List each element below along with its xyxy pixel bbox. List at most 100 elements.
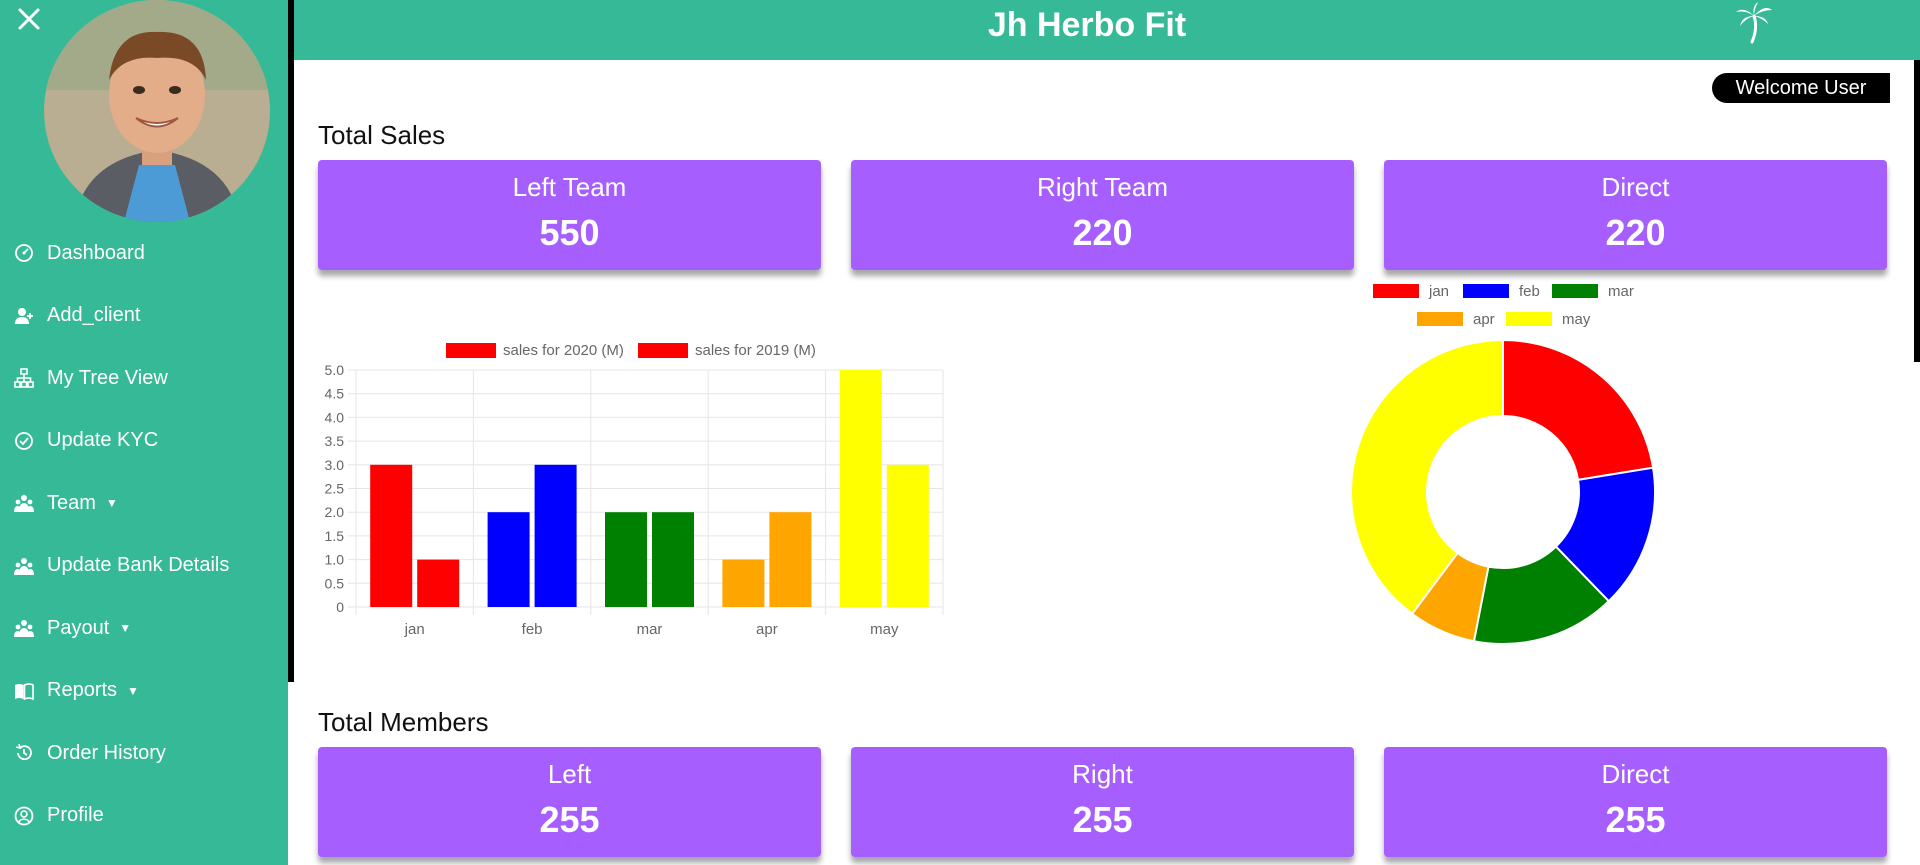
sidebar-item-label: Order History: [47, 741, 166, 764]
y-tick-label: 2.5: [325, 481, 345, 497]
x-tick-label: may: [870, 621, 899, 638]
legend-swatch: [1417, 312, 1463, 326]
sidebar-item-my-tree-view[interactable]: My Tree View: [0, 347, 288, 410]
sidebar-item-update-bank-details[interactable]: Update Bank Details: [0, 535, 288, 598]
y-tick-label: 4.0: [325, 409, 345, 425]
app-title: Jh Herbo Fit: [987, 6, 1187, 44]
check-circle-icon: [13, 430, 35, 452]
total-sales-title: Total Sales: [318, 120, 446, 150]
bar: [605, 512, 647, 607]
bar: [886, 464, 929, 607]
sidebar-item-label: Reports: [47, 679, 118, 702]
card-value: 220: [1072, 212, 1133, 253]
sidebar-item-label: Dashboard: [47, 241, 145, 264]
legend-label: sales for 2020 (M): [503, 342, 624, 359]
history-icon: [13, 742, 35, 764]
sidebar-divider: [288, 0, 294, 682]
card-label: Right: [1072, 759, 1133, 789]
card-label: Right Team: [1036, 172, 1169, 202]
x-tick-label: apr: [756, 621, 778, 638]
card-label: Left: [547, 759, 592, 789]
avatar: [44, 0, 270, 222]
bar-chart-svg: sales for 2020 (M) sales for 2019 (M) 0 0.5…: [325, 342, 944, 638]
sales-card-direct: Direct 220: [1384, 160, 1887, 270]
users-icon: [13, 555, 35, 577]
sidebar-nav: Dashboard Add_client My Tree View Update KY…: [0, 222, 288, 847]
users-icon: [13, 617, 35, 639]
y-tick-label: 0: [336, 599, 344, 615]
card-value: 220: [1605, 212, 1666, 253]
sidebar: Dashboard Add_client My Tree View Update KY…: [0, 0, 288, 865]
sidebar-item-label: Update Bank Details: [47, 554, 230, 577]
x-tick-label: mar: [637, 621, 663, 638]
legend-swatch: [638, 343, 688, 358]
card-label: Direct: [1601, 172, 1670, 202]
legend-swatch: [1373, 284, 1419, 298]
sidebar-item-reports[interactable]: Reports ▼: [0, 660, 288, 723]
sales-card-right-team: Right Team 220: [851, 160, 1354, 270]
legend-swatch: [1506, 312, 1552, 326]
sidebar-item-label: Update KYC: [47, 429, 159, 452]
members-card-left: Left 255: [318, 747, 821, 857]
sidebar-item-team[interactable]: Team ▼: [0, 472, 288, 535]
user-circle-icon: [13, 805, 35, 827]
card-value: 255: [539, 799, 600, 840]
y-tick-label: 1.0: [325, 552, 345, 568]
caret-down-icon: ▼: [119, 621, 132, 636]
bar: [652, 512, 694, 607]
sidebar-item-payout[interactable]: Payout ▼: [0, 597, 288, 660]
tree-icon: [13, 367, 35, 389]
doughnut-slice: [1502, 338, 1655, 482]
book-icon: [13, 680, 35, 702]
sales-doughnut-chart: jan feb mar apr may: [1340, 276, 1680, 651]
sales-card-left-team: Left Team 550: [318, 160, 821, 270]
legend-label: mar: [1608, 283, 1634, 300]
close-icon[interactable]: [14, 4, 44, 34]
bar: [722, 559, 765, 607]
caret-down-icon: ▼: [105, 496, 118, 511]
sidebar-item-label: Profile: [47, 804, 104, 827]
welcome-badge: Welcome User: [1712, 73, 1890, 103]
sidebar-item-update-kyc[interactable]: Update KYC: [0, 410, 288, 473]
dashboard-icon: [13, 242, 35, 264]
sidebar-item-profile[interactable]: Profile: [0, 785, 288, 848]
total-members-title: Total Members: [318, 707, 489, 737]
card-label: Direct: [1601, 759, 1670, 789]
bar: [487, 512, 530, 607]
bar: [839, 370, 882, 607]
card-value: 550: [539, 212, 600, 253]
doughnut-chart-svg: jan feb mar apr may: [1350, 283, 1656, 645]
y-tick-label: 0.5: [325, 575, 345, 591]
sidebar-item-dashboard[interactable]: Dashboard: [0, 222, 288, 285]
card-value: 255: [1072, 799, 1133, 840]
sidebar-item-add-client[interactable]: Add_client: [0, 285, 288, 348]
sidebar-item-label: Payout: [47, 616, 110, 639]
add-user-icon: [13, 305, 35, 327]
scrollbar-edge: [1914, 60, 1920, 362]
bar: [769, 512, 812, 607]
legend-label: feb: [1519, 283, 1540, 300]
sidebar-item-order-history[interactable]: Order History: [0, 722, 288, 785]
users-icon: [13, 492, 35, 514]
x-tick-label: feb: [522, 621, 543, 638]
sidebar-item-label: My Tree View: [47, 366, 168, 389]
sales-bar-chart: sales for 2020 (M) sales for 2019 (M) 0 0.5…: [318, 335, 958, 645]
legend-label: jan: [1428, 283, 1449, 300]
members-card-direct: Direct 255: [1384, 747, 1887, 857]
y-tick-label: 1.5: [325, 528, 345, 544]
members-card-right: Right 255: [851, 747, 1354, 857]
bar: [370, 464, 413, 607]
sidebar-item-label: Team: [47, 491, 96, 514]
y-tick-label: 3.0: [325, 457, 345, 473]
palm-tree-icon: [1734, 2, 1774, 44]
legend-swatch: [446, 343, 496, 358]
card-label: Left Team: [512, 172, 627, 202]
legend-label: sales for 2019 (M): [695, 342, 816, 359]
y-tick-label: 3.5: [325, 433, 345, 449]
caret-down-icon: ▼: [127, 683, 139, 698]
legend-swatch: [1552, 284, 1598, 298]
y-tick-label: 5.0: [325, 362, 345, 378]
card-value: 255: [1605, 799, 1666, 840]
y-tick-label: 2.0: [325, 504, 345, 520]
sidebar-item-label: Add_client: [47, 304, 141, 327]
